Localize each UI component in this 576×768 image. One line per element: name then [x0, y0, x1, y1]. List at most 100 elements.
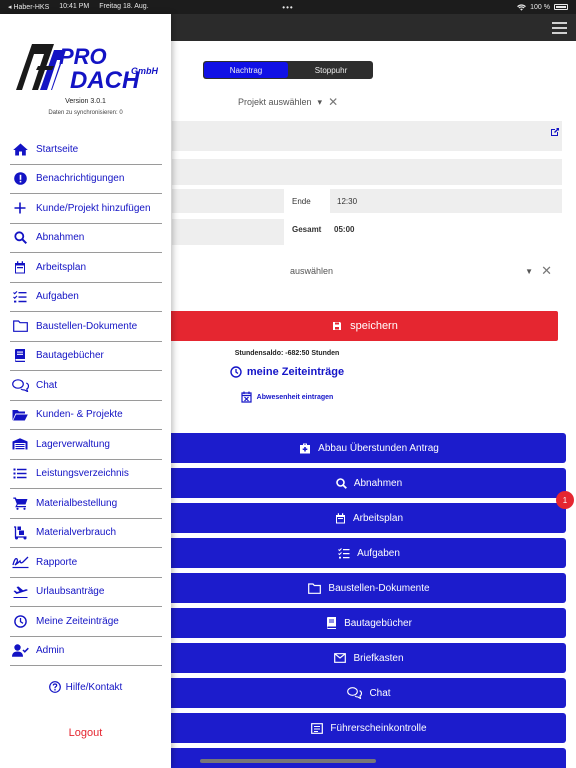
menu-item-label: Materialverbrauch	[36, 527, 117, 539]
briefkasten-label: Briefkasten	[353, 652, 404, 664]
ende-label: Ende	[292, 197, 311, 206]
multitask-dots[interactable]: •••	[0, 3, 576, 12]
mail-icon	[334, 653, 347, 663]
logout-button[interactable]: Logout	[0, 727, 171, 739]
checklist-icon	[13, 290, 27, 303]
help-contact-link[interactable]: Hilfe/Kontakt	[0, 681, 171, 693]
save-icon	[333, 322, 342, 330]
cart-icon	[12, 497, 27, 510]
menu-item-chat[interactable]: Chat	[10, 371, 162, 401]
arbeitsplan-label: Arbeitsplan	[352, 512, 404, 524]
list-icon	[13, 468, 27, 479]
project-select-label: Projekt auswählen	[238, 97, 312, 107]
menu-item-bautagebuecher[interactable]: Bautagebücher	[10, 342, 162, 371]
checklist-icon	[338, 547, 350, 558]
battery-icon	[554, 4, 568, 10]
ende-value: 12:30	[337, 197, 358, 206]
absence-link[interactable]: Abwesenheit eintragen	[172, 391, 402, 403]
my-time-entries-label: meine Zeiteinträge	[246, 366, 345, 378]
aufgaben-label: Aufgaben	[357, 547, 400, 559]
menu-item-label: Leistungsverzeichnis	[36, 468, 129, 480]
menu-item-materialverbrauch[interactable]: Materialverbrauch	[10, 519, 162, 548]
menu-item-kunde-projekt-hinzufuegen[interactable]: Kunde/Projekt hinzufügen	[10, 194, 162, 224]
menu-item-label: Bautagebücher	[36, 350, 104, 362]
menu-item-kunden-projekte[interactable]: Kunden- & Projekte	[10, 401, 162, 430]
menu-item-label: Urlaubsanträge	[36, 586, 105, 598]
category-select[interactable]: auswählen ▼ ✕	[290, 262, 552, 280]
clock-icon	[13, 614, 27, 628]
menu-item-meine-zeiteintraege[interactable]: Meine Zeiteinträge	[10, 607, 162, 637]
caret-down-icon: ▼	[525, 266, 534, 276]
menu-item-label: Aufgaben	[36, 291, 79, 303]
menu-item-label: Kunden- & Projekte	[36, 409, 123, 421]
home-indicator[interactable]	[200, 759, 376, 763]
bautagebuecher-label: Bautagebücher	[344, 617, 412, 629]
ende-field[interactable]	[330, 189, 562, 213]
tab-stoppuhr[interactable]: Stoppuhr	[289, 61, 373, 79]
chat-icon	[347, 687, 363, 699]
my-time-entries-link[interactable]: meine Zeiteinträge	[172, 366, 402, 378]
calendar-x-icon	[241, 391, 252, 403]
menu-item-label: Kunde/Projekt hinzufügen	[36, 202, 151, 214]
menu-item-benachrichtigungen[interactable]: Benachrichtigungen	[10, 165, 162, 194]
medkit-icon	[300, 443, 311, 453]
menu-item-admin[interactable]: Admin	[10, 637, 162, 666]
book-icon	[327, 617, 337, 629]
abnahmen-label: Abnahmen	[353, 477, 403, 489]
menu-item-label: Benachrichtigungen	[36, 173, 125, 185]
menu-item-leistungsverzeichnis[interactable]: Leistungsverzeichnis	[10, 460, 162, 489]
prodach-logo: PRO DACH GmbH	[16, 44, 158, 92]
svg-text:GmbH: GmbH	[131, 66, 158, 76]
absence-label: Abwesenheit eintragen	[256, 393, 334, 401]
gesamt-value: 05:00	[334, 225, 355, 234]
pause-field[interactable]	[172, 219, 284, 245]
menu-item-startseite[interactable]: Startseite	[10, 135, 162, 165]
caret-down-icon: ▾	[317, 96, 323, 107]
menu-item-materialbestellung[interactable]: Materialbestellung	[10, 489, 162, 519]
menu-item-lagerverwaltung[interactable]: Lagerverwaltung	[10, 430, 162, 460]
menu-item-arbeitsplan[interactable]: Arbeitsplan	[10, 253, 162, 283]
status-bar: ◂ Haber-HKS 10:41 PM Freitag 18. Aug. ••…	[0, 0, 576, 14]
gesamt-label: Gesamt	[292, 225, 322, 234]
plane-icon	[13, 586, 28, 598]
menu-item-label: Arbeitsplan	[36, 261, 87, 273]
start-field[interactable]	[172, 189, 284, 213]
baustellen-dokumente-label: Baustellen-Dokumente	[328, 582, 430, 594]
folder-open-icon	[12, 409, 28, 421]
menu-item-baustellen-dokumente[interactable]: Baustellen-Dokumente	[10, 312, 162, 342]
calendar-icon	[335, 512, 345, 523]
clear-icon[interactable]: ✕	[328, 95, 338, 109]
menu-item-label: Startseite	[36, 143, 79, 155]
chat-icon	[11, 378, 29, 392]
chat-label: Chat	[369, 687, 391, 699]
menu-item-abnahmen[interactable]: Abnahmen	[10, 224, 162, 253]
search-icon	[336, 477, 347, 489]
external-link-icon[interactable]	[550, 127, 560, 137]
menu-icon[interactable]	[552, 22, 567, 34]
description-field[interactable]	[172, 159, 562, 185]
folder-icon	[308, 582, 322, 594]
search-icon	[13, 231, 27, 245]
project-field[interactable]	[172, 121, 562, 151]
project-select[interactable]: Projekt auswählen ▾ ✕	[238, 95, 338, 109]
tab-nachtrag[interactable]: Nachtrag	[204, 62, 288, 78]
user-check-icon	[11, 644, 29, 658]
menu-item-label: Admin	[36, 645, 65, 657]
menu-item-label: Meine Zeiteinträge	[36, 615, 119, 627]
menu-item-urlaubsantraege[interactable]: Urlaubsanträge	[10, 578, 162, 607]
folder-icon	[12, 320, 28, 333]
drawer-menu: Startseite Benachrichtigungen Kunde/Proj…	[10, 135, 162, 666]
menu-item-label: Abnahmen	[36, 232, 85, 244]
hours-balance: Stundensaldo: -682:50 Stunden	[234, 350, 340, 357]
notification-badge: 1	[556, 491, 574, 509]
clear-icon[interactable]: ✕	[541, 263, 552, 279]
app-version: Version 3.0.1	[65, 98, 106, 105]
menu-item-label: Baustellen-Dokumente	[36, 320, 138, 332]
menu-item-rapporte[interactable]: Rapporte	[10, 548, 162, 578]
menu-item-label: Rapporte	[36, 556, 78, 568]
save-label: speichern	[350, 320, 398, 332]
dolly-icon	[13, 526, 26, 540]
menu-item-aufgaben[interactable]: Aufgaben	[10, 283, 162, 312]
svg-text:PRO: PRO	[59, 44, 107, 69]
sync-status: Daten zu synchronisieren: 0	[48, 110, 123, 116]
